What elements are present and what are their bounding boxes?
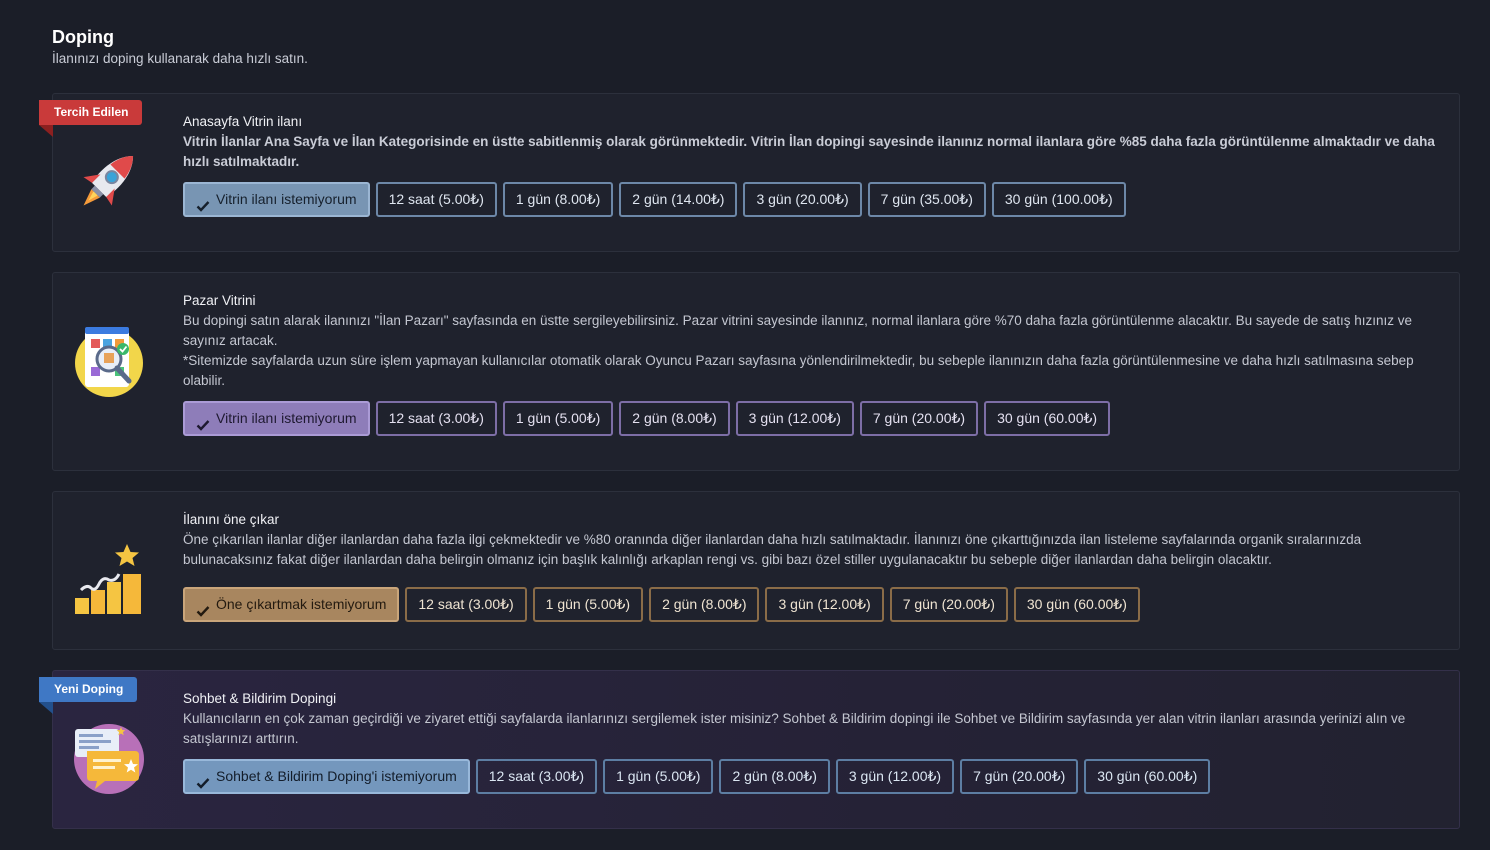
card-note: *Sitemizde sayfalarda uzun süre işlem ya…: [183, 353, 1414, 388]
card-title: Pazar Vitrini: [183, 293, 256, 308]
option-12-saat[interactable]: 12 saat (3.00₺): [475, 759, 598, 794]
page-header: Doping İlanınızı doping kullanarak daha …: [52, 26, 308, 67]
rocket-icon: [71, 142, 147, 218]
option-3-gun[interactable]: 3 gün (12.00₺): [835, 759, 955, 794]
growth-star-icon: [71, 540, 147, 616]
option-1-gun[interactable]: 1 gün (5.00₺): [603, 759, 714, 794]
card-title: İlanını öne çıkar: [183, 512, 280, 527]
option-12-saat[interactable]: 12 saat (5.00₺): [375, 182, 497, 217]
option-3-gun[interactable]: 3 gün (20.00₺): [743, 182, 862, 217]
chat-notification-icon: [71, 721, 147, 797]
page-subtitle: İlanınızı doping kullanarak daha hızlı s…: [52, 51, 308, 66]
option-30-gun[interactable]: 30 gün (60.00₺): [1013, 587, 1140, 622]
option-2-gun[interactable]: 2 gün (8.00₺): [619, 401, 730, 436]
card-description: Kullanıcıların en çok zaman geçirdiği ve…: [183, 711, 1406, 746]
option-7-gun[interactable]: 7 gün (35.00₺): [867, 182, 986, 217]
option-1-gun[interactable]: 1 gün (5.00₺): [532, 587, 644, 622]
card-title: Anasayfa Vitrin ilanı: [183, 114, 303, 129]
option-3-gun[interactable]: 3 gün (12.00₺): [735, 401, 854, 436]
option-7-gun[interactable]: 7 gün (20.00₺): [960, 759, 1079, 794]
preferred-ribbon: Tercih Edilen: [39, 100, 143, 137]
no-doping-button[interactable]: Vitrin ilanı istemiyorum: [183, 401, 370, 436]
doping-card-vitrin: Tercih Edilen Anasayfa Vitrin ilanı Vitr…: [39, 93, 1460, 252]
check-icon: [196, 770, 210, 789]
option-7-gun[interactable]: 7 gün (20.00₺): [889, 587, 1008, 622]
card-description: Bu dopingi satın alarak ilanınızı "İlan …: [183, 313, 1413, 348]
card-title: Sohbet & Bildirim Dopingi: [183, 691, 337, 706]
check-icon: [196, 412, 210, 431]
option-1-gun[interactable]: 1 gün (8.00₺): [502, 182, 614, 217]
duration-options: Sohbet & Bildirim Doping'i istemiyorum 1…: [183, 759, 1439, 794]
option-30-gun[interactable]: 30 gün (100.00₺): [991, 182, 1126, 217]
option-12-saat[interactable]: 12 saat (3.00₺): [405, 587, 527, 622]
doping-card-pazar: Pazar Vitrini Bu dopingi satın alarak il…: [52, 272, 1460, 471]
duration-options: Vitrin ilanı istemiyorum 12 saat (3.00₺)…: [183, 401, 1439, 436]
option-7-gun[interactable]: 7 gün (20.00₺): [859, 401, 979, 436]
no-doping-button[interactable]: Vitrin ilanı istemiyorum: [183, 182, 370, 217]
duration-options: Vitrin ilanı istemiyorum 12 saat (5.00₺)…: [183, 182, 1439, 217]
card-description: Vitrin İlanlar Ana Sayfa ve İlan Kategor…: [183, 134, 1435, 169]
duration-options: Öne çıkartmak istemiyorum 12 saat (3.00₺…: [183, 587, 1439, 622]
check-icon: [196, 193, 210, 212]
option-30-gun[interactable]: 30 gün (60.00₺): [1084, 759, 1211, 794]
doping-card-sohbet: Yeni Doping Sohbet & Bildirim Dopingi Ku…: [39, 670, 1460, 829]
no-doping-button[interactable]: Sohbet & Bildirim Doping'i istemiyorum: [183, 759, 470, 794]
check-icon: [196, 598, 210, 617]
new-doping-ribbon: Yeni Doping: [39, 677, 138, 714]
option-2-gun[interactable]: 2 gün (14.00₺): [619, 182, 738, 217]
option-30-gun[interactable]: 30 gün (60.00₺): [984, 401, 1111, 436]
option-12-saat[interactable]: 12 saat (3.00₺): [375, 401, 497, 436]
option-2-gun[interactable]: 2 gün (8.00₺): [719, 759, 830, 794]
page-title: Doping: [52, 27, 114, 47]
doping-card-one-cikar: İlanını öne çıkar Öne çıkarılan ilanlar …: [52, 491, 1460, 650]
option-2-gun[interactable]: 2 gün (8.00₺): [649, 587, 760, 622]
card-description: Öne çıkarılan ilanlar diğer ilanlardan d…: [183, 532, 1362, 567]
marketplace-search-icon: [71, 323, 147, 399]
no-doping-button[interactable]: Öne çıkartmak istemiyorum: [183, 587, 400, 622]
option-3-gun[interactable]: 3 gün (12.00₺): [765, 587, 884, 622]
option-1-gun[interactable]: 1 gün (5.00₺): [502, 401, 614, 436]
